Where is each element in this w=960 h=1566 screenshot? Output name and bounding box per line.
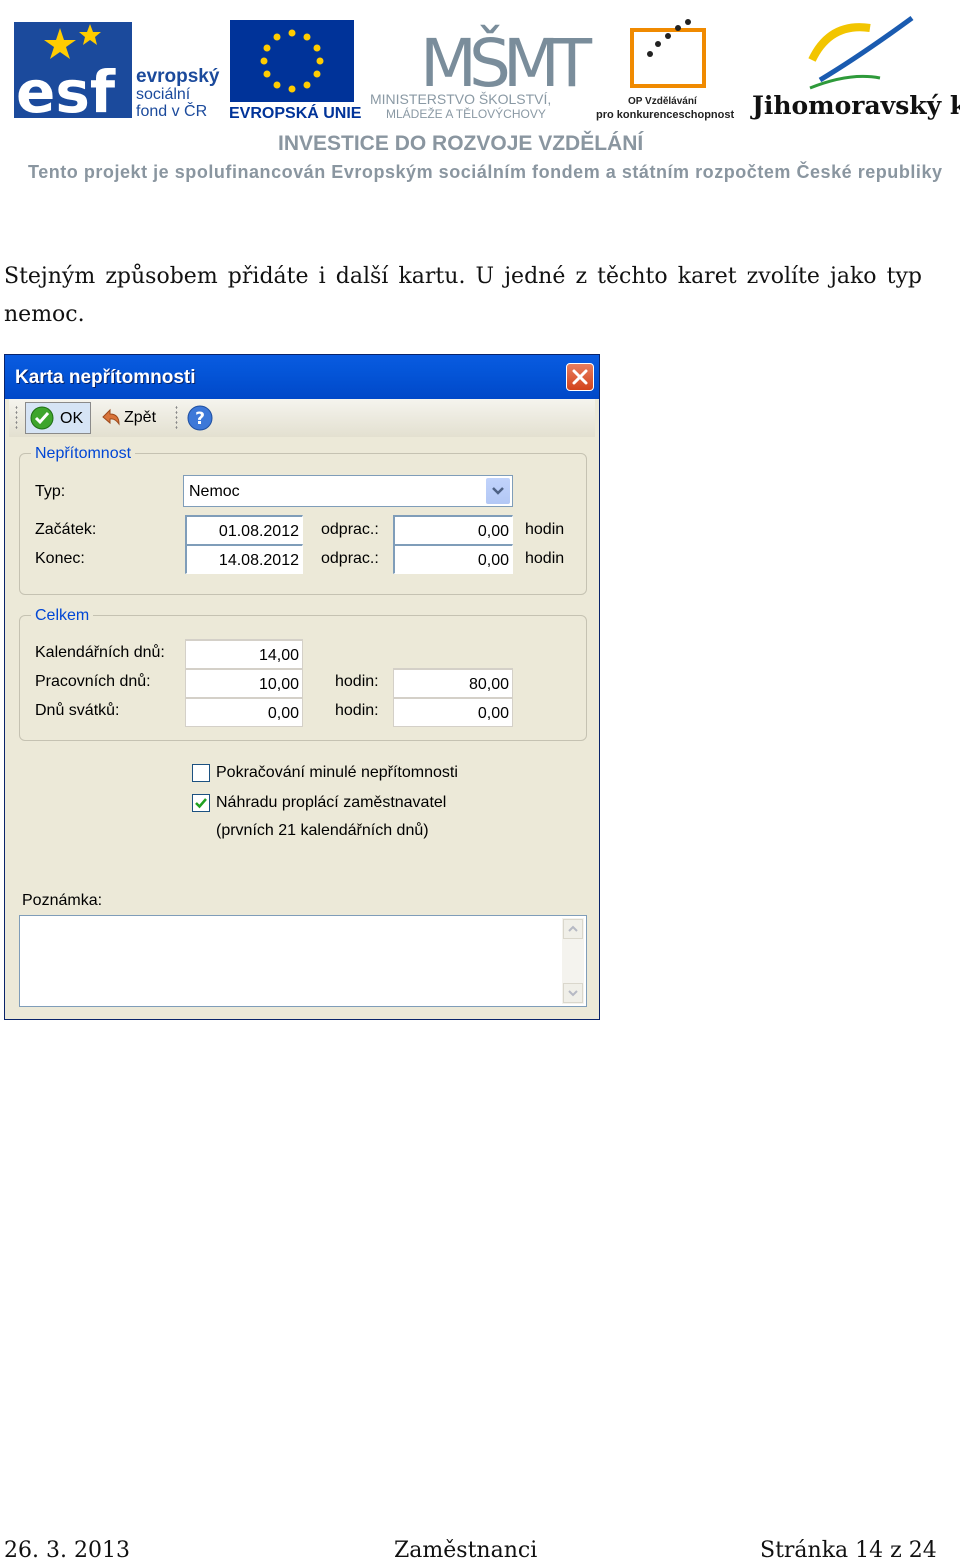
eu-label: EVROPSKÁ UNIE [229,103,362,122]
header-logos: esf evropský sociální fond v ČR EVROPSKÁ… [0,0,960,200]
esf-logo: esf evropský sociální fond v ČR [14,22,220,126]
end-worked-field[interactable]: 0,00 [393,544,513,574]
start-worked-label: odprac.: [321,521,379,538]
type-select-value: Nemoc [189,483,240,500]
end-label: Konec: [35,550,85,567]
close-icon [572,369,588,385]
msmt-logo: MŠMT MINISTERSTVO ŠKOLSTVÍ, MLÁDEŽE A TĚ… [370,24,601,121]
esf-title: evropský [136,66,220,87]
body-paragraph: Stejným způsobem přidáte i další kartu. … [4,258,922,334]
footer-title: Zaměstnanci [394,1538,538,1563]
scroll-down-button[interactable] [563,983,583,1003]
investice-label: INVESTICE DO ROZVOJE VZDĚLÁNÍ [278,131,644,155]
esf-line2: sociální [136,86,191,103]
compensation-checkbox[interactable] [192,794,210,812]
esf-line3: fond v ČR [136,101,207,120]
note-label: Poznámka: [22,892,103,909]
op-line2: pro konkurenceschopnost [596,109,734,121]
close-button[interactable] [566,363,594,391]
holiday-days-label: Dnů svátků: [35,702,120,719]
back-button[interactable]: Zpět [97,402,167,434]
paragraph-line-2: nemoc. [4,302,85,327]
msmt-line1: MINISTERSTVO ŠKOLSTVÍ, [370,91,551,107]
toolbar-grip[interactable] [15,405,18,429]
compensation-note: (prvních 21 kalendářních dnů) [216,822,429,839]
kraj-logo: Jihomoravský kraj [750,15,960,120]
end-date-field[interactable]: 14.08.2012 [185,544,303,574]
continuation-label[interactable]: Pokračování minulé nepřítomnosti [216,764,458,782]
chevron-down-icon [492,487,504,495]
esf-letters: esf [16,58,116,126]
continuation-checkbox[interactable] [192,764,210,782]
kraj-label: Jihomoravský kraj [750,91,960,120]
start-hours-unit: hodin [525,521,565,538]
footer-page: Stránka 14 z 24 [760,1538,937,1563]
calendar-days-label: Kalendářních dnů: [35,644,165,661]
calendar-days-field: 14,00 [185,639,303,669]
work-days-field: 10,00 [185,668,303,698]
help-icon[interactable]: ? [187,405,213,431]
start-worked-field[interactable]: 0,00 [393,515,513,545]
chevron-up-icon [568,925,578,932]
compensation-label[interactable]: Náhradu proplácí zaměstnavatel [216,794,446,812]
dialog-toolbar: OK Zpět ? [9,399,595,437]
ok-label: OK [60,410,84,427]
chevron-down-icon [568,990,578,997]
holiday-hours-field: 0,00 [393,697,513,727]
checkmark-icon [195,798,207,809]
end-hours-unit: hodin [525,550,565,567]
type-select-button[interactable] [486,478,510,504]
holiday-days-field: 0,00 [185,697,303,727]
back-arrow-icon [102,408,120,426]
note-scrollbar[interactable] [562,918,584,1004]
projekt-label: Tento projekt je spolufinancován Evropsk… [28,161,942,182]
eu-flag: EVROPSKÁ UNIE [229,20,362,122]
msmt-line2: MLÁDEŽE A TĚLOVÝCHOVY [386,106,546,121]
footer-date: 26. 3. 2013 [4,1538,130,1563]
back-label: Zpět [124,409,157,426]
op-logo: OP Vzdělávání pro konkurenceschopnost [596,19,734,121]
work-days-label: Pracovních dnů: [35,673,151,690]
logos-svg: esf evropský sociální fond v ČR EVROPSKÁ… [14,15,960,182]
absence-card-dialog: Karta nepřítomnosti OK Zpět ? Nepřítomno… [4,354,600,1020]
note-textarea[interactable] [19,915,587,1007]
ok-button[interactable]: OK [25,402,91,434]
ok-check-icon [30,406,54,430]
work-hours-label: hodin: [335,673,379,690]
dialog-title-bar[interactable]: Karta nepřítomnosti [5,355,599,399]
end-worked-label: odprac.: [321,550,379,567]
dialog-title: Karta nepřítomnosti [15,367,196,388]
scroll-up-button[interactable] [563,919,583,939]
absence-group-label: Nepřítomnost [31,445,136,463]
type-select[interactable]: Nemoc [183,475,513,507]
paragraph-line-1: Stejným způsobem přidáte i další kartu. … [4,264,922,289]
start-date-field[interactable]: 01.08.2012 [185,515,303,545]
start-label: Začátek: [35,521,97,538]
svg-text:?: ? [195,409,205,429]
holiday-hours-label: hodin: [335,702,379,719]
toolbar-separator [175,405,178,429]
type-label: Typ: [35,483,66,500]
total-group-label: Celkem [31,607,94,625]
op-line1: OP Vzdělávání [628,96,698,107]
work-hours-field: 80,00 [393,668,513,698]
